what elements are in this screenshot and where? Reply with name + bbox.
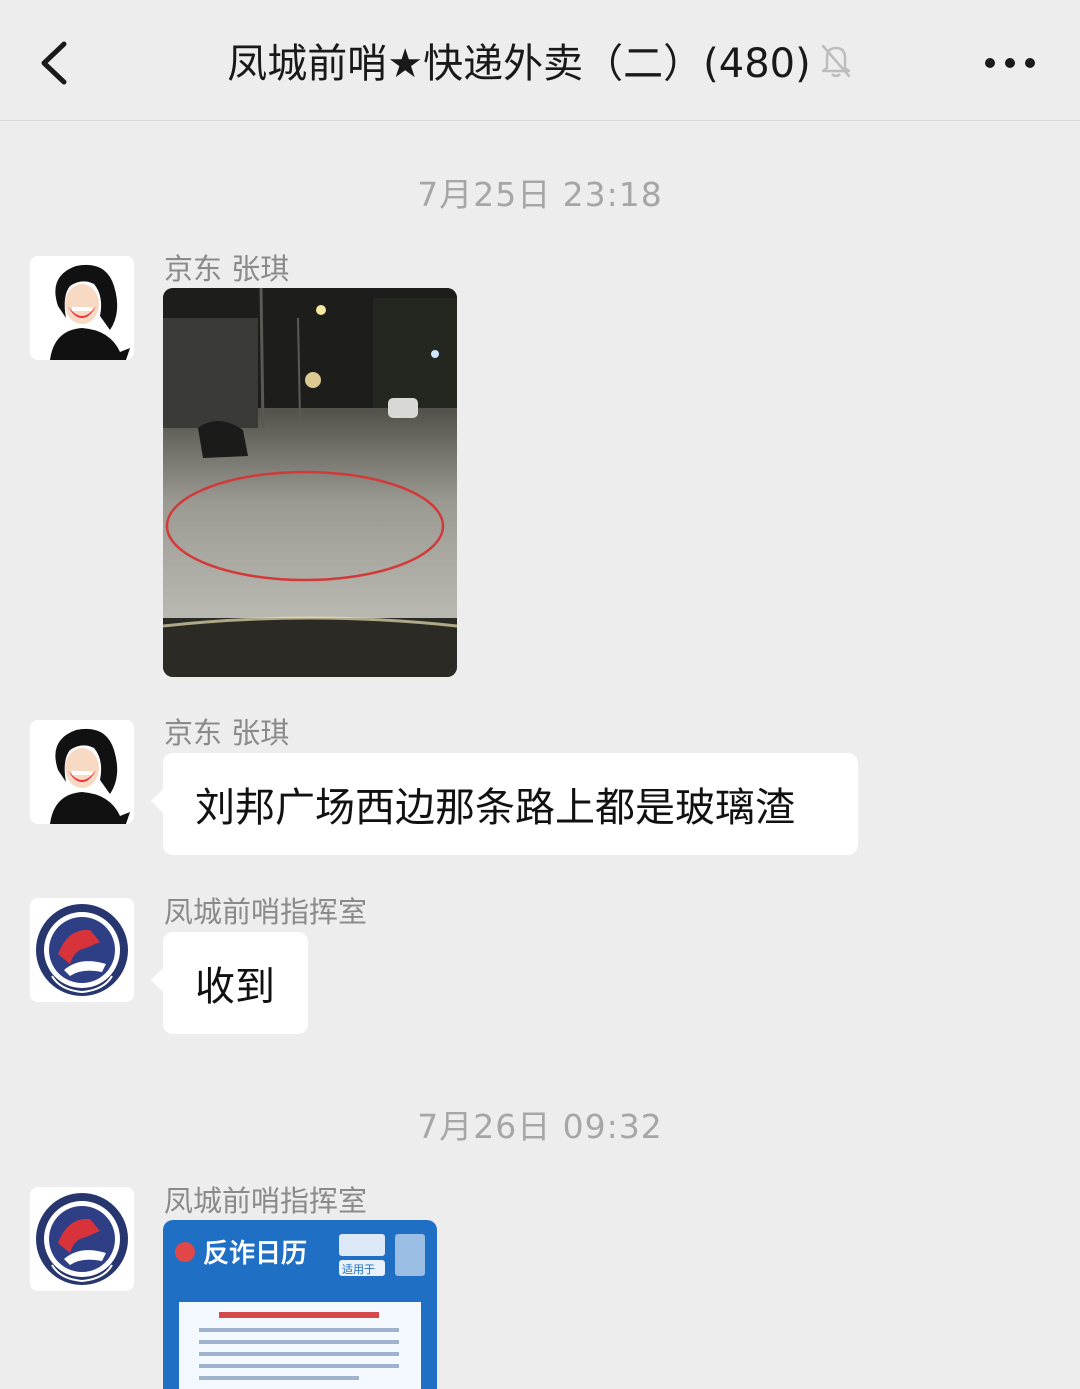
cartoon-girl-avatar[interactable]	[30, 256, 134, 360]
chevron-left-icon	[41, 41, 67, 85]
message-bubble[interactable]: 刘邦广场西边那条路上都是玻璃渣	[151, 753, 858, 855]
police-emblem-avatar[interactable]	[30, 1187, 134, 1291]
sender-name: 凤城前哨指挥室	[164, 895, 368, 929]
chat-title-wrap: 凤城前哨★快递外卖（二）(480)	[200, 0, 880, 120]
more-dots-icon	[985, 58, 1035, 68]
message-bubble[interactable]: 收到	[151, 932, 308, 1034]
bell-off-icon	[819, 40, 853, 80]
chat-header: 凤城前哨★快递外卖（二）(480)	[0, 0, 1080, 121]
chat-screen: 凤城前哨★快递外卖（二）(480) 7月25日 23:18 京东 张琪 京东 张…	[0, 0, 1080, 1389]
calendar-card-badge: 适用于	[342, 1263, 375, 1276]
calendar-card-title: 反诈日历	[203, 1239, 307, 1269]
back-button[interactable]	[30, 30, 90, 96]
police-emblem-avatar[interactable]	[30, 898, 134, 1002]
more-button[interactable]	[970, 40, 1050, 86]
cartoon-girl-avatar[interactable]	[30, 720, 134, 824]
chat-title: 凤城前哨★快递外卖（二）(480)	[227, 41, 811, 87]
timestamp: 7月25日 23:18	[417, 175, 663, 214]
sender-name: 凤城前哨指挥室	[164, 1184, 368, 1218]
timestamp: 7月26日 09:32	[417, 1107, 663, 1146]
message-text: 收到	[195, 964, 275, 1010]
sender-name: 京东 张琪	[164, 716, 290, 750]
calendar-card-image[interactable]: 反诈日历 适用于	[163, 1220, 437, 1389]
night-road-photo[interactable]	[163, 288, 457, 677]
sender-name: 京东 张琪	[164, 252, 290, 286]
message-text: 刘邦广场西边那条路上都是玻璃渣	[195, 785, 795, 831]
